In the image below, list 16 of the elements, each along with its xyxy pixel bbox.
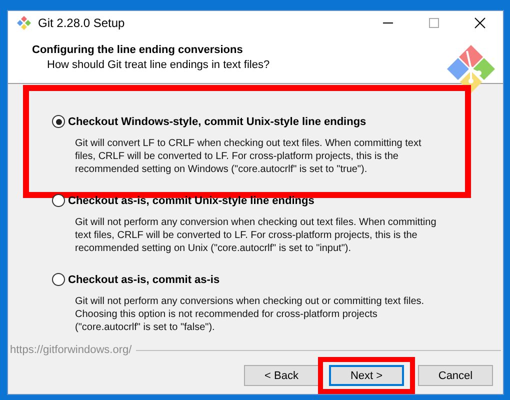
wizard-button[interactable]: < Back	[244, 365, 319, 386]
radio-option[interactable]: Checkout as-is, commit as-is	[52, 273, 493, 286]
radio-button[interactable]	[52, 115, 65, 128]
radio-button[interactable]	[52, 273, 65, 286]
wizard-button[interactable]: Next >	[329, 365, 404, 386]
radio-option[interactable]: Checkout as-is, commit Unix-style line endings	[52, 194, 493, 207]
diamond-logo-icon	[16, 15, 32, 31]
radio-option[interactable]: Checkout Windows-style, commit Unix-style line endings	[52, 115, 493, 128]
radio-button[interactable]	[52, 194, 65, 207]
page-subtitle: How should Git treat line endings in text files?	[47, 59, 271, 71]
option-description: Git will not perform any conversions when checking out or committing text files. Choosing this option is not recommended for cross-platform projects ("core.autocrlf" is set to "false").	[75, 295, 426, 334]
option-description: Git will convert LF to CRLF when checking out text files. When committing text files, CRLF will be converted to LF. For cross-platform projects, this is the recommended setting on Windows ("core.autocrlf" is set to "true").	[75, 137, 422, 176]
window-title: Git 2.28.0 Setup	[38, 16, 125, 30]
page-heading: Configuring the line ending conversions	[32, 44, 244, 56]
option-description: Git will not perform any conversion when checking out text files. When committing text files, CRLF will be converted to LF. For cross-platform projects, this is the recommended setting on Unix ("core.autocrlf" is set to "input").	[75, 216, 438, 255]
wizard-button[interactable]: Cancel	[418, 365, 493, 386]
